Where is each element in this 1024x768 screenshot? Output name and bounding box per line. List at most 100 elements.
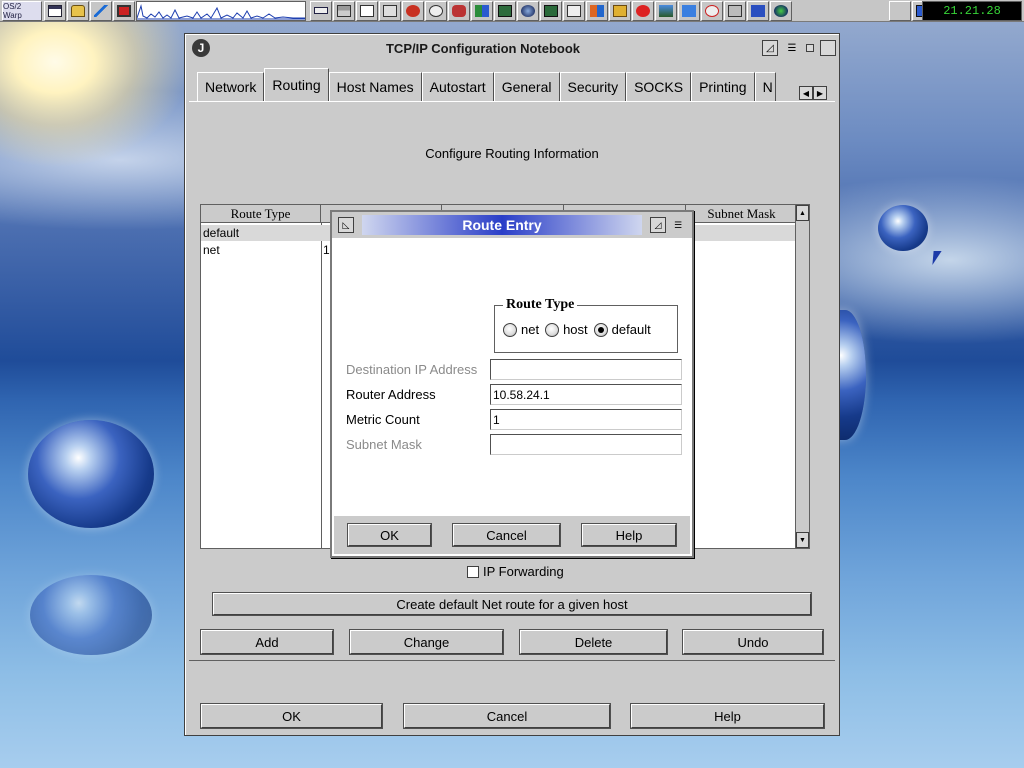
checkbox-box[interactable] — [467, 565, 479, 578]
tab-label: Autostart — [429, 79, 486, 95]
tab-label: Host Names — [336, 79, 414, 95]
radio-net[interactable]: net — [503, 322, 539, 337]
maximize-icon[interactable] — [820, 40, 836, 56]
tab-label: SOCKS — [634, 79, 684, 95]
book-icon[interactable] — [747, 0, 769, 21]
globe-icon[interactable] — [517, 0, 539, 21]
dialog-title-bar[interactable]: ◺ Route Entry ◿ ☰ — [332, 212, 692, 238]
drives-icon[interactable] — [333, 0, 355, 21]
dialog-ok-button[interactable]: OK — [348, 524, 431, 546]
radio-host[interactable]: host — [545, 322, 588, 337]
tab-routing[interactable]: Routing — [264, 68, 329, 102]
lock-icon[interactable] — [67, 0, 89, 21]
background-sphere — [878, 205, 928, 251]
phone-icon[interactable] — [402, 0, 424, 21]
hide-icon[interactable]: ◿ — [762, 40, 778, 56]
tab-scroll-right-icon[interactable]: ▶ — [813, 86, 827, 100]
printer-icon[interactable] — [448, 0, 470, 21]
notes-icon[interactable] — [379, 0, 401, 21]
disk-icon[interactable] — [425, 0, 447, 21]
title-bar[interactable]: J TCP/IP Configuration Notebook ◿ ☰ — [188, 37, 836, 59]
help-button[interactable]: Help — [631, 704, 824, 728]
image-icon[interactable] — [655, 0, 677, 21]
vertical-scrollbar[interactable]: ▲ ▼ — [795, 205, 809, 548]
create-default-route-button[interactable]: Create default Net route for a given hos… — [213, 593, 811, 615]
tab-scroll-left-icon[interactable]: ◀ — [799, 86, 813, 100]
antenna-icon[interactable] — [90, 0, 112, 21]
ok-button[interactable]: OK — [201, 704, 382, 728]
tab-label: Network — [205, 79, 257, 95]
tab-label: N — [762, 79, 773, 95]
radio-label: default — [611, 322, 651, 337]
system-menu-icon[interactable]: ◺ — [338, 217, 354, 233]
minimize-icon[interactable] — [806, 44, 814, 52]
notebook-tabs: Network Routing Host Names Autostart Gen… — [197, 68, 827, 102]
world-icon[interactable] — [770, 0, 792, 21]
dialog-help-button[interactable]: Help — [582, 524, 676, 546]
window-list-icon[interactable] — [44, 0, 66, 21]
tab-security[interactable]: Security — [559, 72, 627, 102]
clipboard-icon[interactable] — [563, 0, 585, 21]
radio-button[interactable] — [545, 322, 560, 337]
keyboard-icon[interactable] — [310, 0, 332, 21]
delete-button[interactable]: Delete — [520, 630, 667, 654]
os2-logo[interactable]: OS/2 Warp — [2, 0, 42, 21]
tab-general[interactable]: General — [493, 72, 560, 102]
radio-label: net — [521, 322, 540, 337]
background-sphere — [28, 420, 154, 528]
irc-icon[interactable] — [540, 0, 562, 21]
tab-network[interactable]: Network — [197, 72, 265, 102]
route-type-label: Route Type — [503, 297, 578, 313]
folder-icon[interactable] — [609, 0, 631, 21]
system-menu-icon[interactable]: J — [192, 39, 210, 57]
cancel-button[interactable]: Cancel — [404, 704, 610, 728]
hide-icon[interactable]: ◿ — [650, 217, 666, 233]
window-title: TCP/IP Configuration Notebook — [385, 40, 581, 56]
telnet-icon[interactable] — [356, 0, 378, 21]
mouse-pointer-icon — [932, 251, 942, 265]
metric-count-field[interactable]: 1 — [490, 409, 682, 430]
column-header[interactable]: Route Type — [201, 205, 321, 223]
scroll-up-icon[interactable]: ▲ — [796, 205, 809, 221]
tab-label: Printing — [699, 79, 747, 95]
route-type-group: Route Type net host default — [494, 297, 678, 353]
people-icon[interactable] — [586, 0, 608, 21]
monitor-icon[interactable] — [113, 0, 135, 21]
route-type-radios: net host default — [503, 322, 657, 337]
add-button[interactable]: Add — [201, 630, 333, 654]
taskbar: OS/2 Warp 21.21.28 — [0, 0, 1024, 22]
background-sphere — [30, 575, 152, 655]
change-button[interactable]: Change — [350, 630, 503, 654]
dialog-footer: OK Cancel Help — [334, 516, 690, 554]
tab-autostart[interactable]: Autostart — [421, 72, 494, 102]
tab-host-names[interactable]: Host Names — [328, 72, 422, 102]
route-type-cell: default — [203, 226, 240, 240]
browser-icon[interactable] — [494, 0, 516, 21]
tab-printing[interactable]: Printing — [691, 72, 755, 102]
clock: 21.21.28 — [922, 1, 1022, 21]
chat-icon[interactable] — [632, 0, 654, 21]
tab-more[interactable]: N — [754, 72, 776, 102]
subnet-mask-field[interactable] — [490, 434, 682, 455]
ip-forwarding-checkbox[interactable]: IP Forwarding — [467, 564, 564, 579]
radio-button[interactable] — [503, 322, 517, 337]
rollup-icon[interactable]: ☰ — [784, 40, 800, 56]
radio-button-selected[interactable] — [593, 322, 608, 337]
destination-ip-field[interactable] — [490, 359, 682, 380]
router-address-field[interactable]: 10.58.24.1 — [490, 384, 682, 405]
radio-default[interactable]: default — [593, 322, 651, 337]
scroll-down-icon[interactable]: ▼ — [796, 532, 809, 548]
rollup-icon[interactable]: ☰ — [670, 217, 686, 233]
column-divider — [321, 223, 322, 548]
column-header[interactable]: Subnet Mask — [686, 205, 797, 223]
empty-slot[interactable] — [889, 0, 911, 21]
network-icon[interactable] — [471, 0, 493, 21]
edit-icon[interactable] — [678, 0, 700, 21]
tools-icon[interactable] — [724, 0, 746, 21]
tab-socks[interactable]: SOCKS — [626, 72, 692, 102]
mail-icon[interactable] — [701, 0, 723, 21]
undo-button[interactable]: Undo — [683, 630, 823, 654]
dialog-cancel-button[interactable]: Cancel — [453, 524, 560, 546]
clock-text: 21.21.28 — [943, 4, 1001, 18]
router-address-label: Router Address — [346, 387, 436, 402]
